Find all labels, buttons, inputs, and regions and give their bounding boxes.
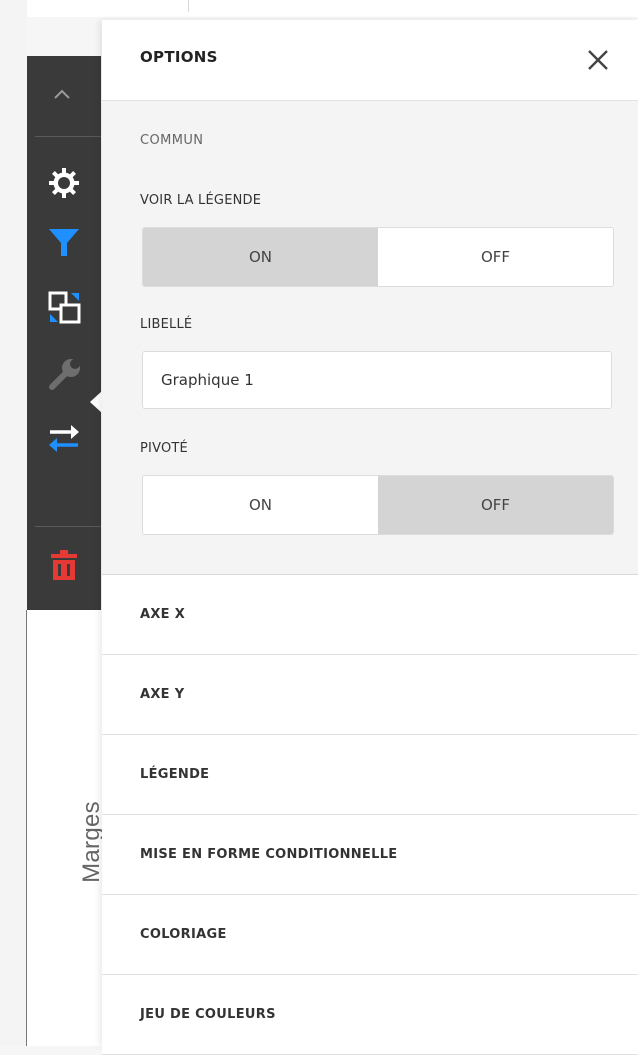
section-label: COLORIAGE <box>140 927 227 942</box>
canvas-top-strip <box>0 0 638 17</box>
active-tool-pointer <box>90 391 102 413</box>
rotated-label: PIVOTÉ <box>140 441 188 456</box>
rotated-toggle: ON OFF <box>142 475 614 535</box>
section-y-axis[interactable]: AXE Y <box>102 655 638 735</box>
panel-title: OPTIONS <box>140 48 218 66</box>
rotated-on[interactable]: ON <box>143 476 378 534</box>
item-toolbar <box>27 56 101 610</box>
toolbar-separator <box>35 526 101 527</box>
rotated-off[interactable]: OFF <box>378 476 613 534</box>
section-label: AXE X <box>140 607 186 622</box>
gear-icon <box>49 168 79 198</box>
show-legend-on[interactable]: ON <box>143 228 378 286</box>
section-title-common: COMMUN <box>140 133 204 148</box>
section-conditional-formatting[interactable]: MISE EN FORME CONDITIONNELLE <box>102 815 638 895</box>
filter-icon <box>49 229 79 256</box>
trash-icon <box>51 550 77 580</box>
swap-arrows-icon <box>49 425 79 452</box>
show-legend-off[interactable]: OFF <box>378 228 613 286</box>
caption-label: LIBELLÉ <box>140 317 193 332</box>
show-legend-label: VOIR LA LÉGENDE <box>140 193 262 208</box>
section-color-scheme[interactable]: JEU DE COULEURS <box>102 975 638 1055</box>
canvas-left-edge <box>0 0 27 1046</box>
toolbar-separator <box>35 136 101 137</box>
close-button[interactable] <box>580 42 616 78</box>
section-legend[interactable]: LÉGENDE <box>102 735 638 815</box>
close-icon <box>588 50 608 70</box>
panel-header: OPTIONS <box>102 20 638 101</box>
section-x-axis[interactable]: AXE X <box>102 575 638 655</box>
canvas-divider <box>188 0 189 12</box>
section-label: LÉGENDE <box>140 767 210 782</box>
section-label: AXE Y <box>140 687 185 702</box>
convert-item-icon <box>48 291 81 324</box>
show-legend-toggle: ON OFF <box>142 227 614 287</box>
section-coloring[interactable]: COLORIAGE <box>102 895 638 975</box>
options-panel: OPTIONS COMMUN VOIR LA LÉGENDE ON OFF LI… <box>102 20 638 1055</box>
wrench-icon <box>49 359 80 390</box>
section-label: MISE EN FORME CONDITIONNELLE <box>140 847 398 862</box>
chevron-up-icon <box>54 89 70 99</box>
caption-input[interactable] <box>142 351 612 409</box>
options-sections: AXE X AXE Y LÉGENDE MISE EN FORME CONDIT… <box>102 574 638 1055</box>
section-label: JEU DE COULEURS <box>140 1007 276 1022</box>
dashboard-item-border <box>26 610 27 1046</box>
